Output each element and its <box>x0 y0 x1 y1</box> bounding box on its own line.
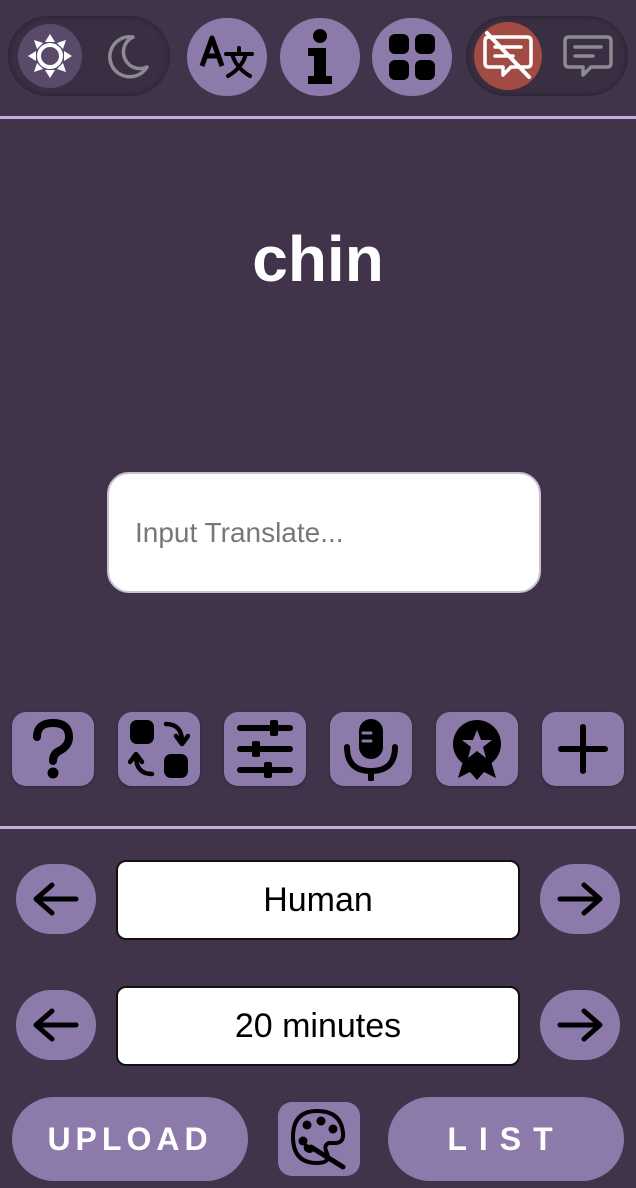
apps-grid-icon <box>389 34 435 80</box>
settings-sliders-button[interactable] <box>224 712 306 786</box>
apps-button[interactable] <box>372 18 452 96</box>
help-button[interactable] <box>12 712 94 786</box>
translate-button[interactable] <box>187 18 267 96</box>
palette-button[interactable] <box>278 1102 360 1176</box>
badge-button[interactable] <box>436 712 518 786</box>
badge-icon <box>453 720 501 780</box>
microphone-button[interactable] <box>330 712 412 786</box>
chat-off-icon <box>483 31 533 79</box>
translate-input-container <box>107 472 541 593</box>
arrow-left-icon <box>33 882 79 916</box>
dark-theme-button[interactable] <box>96 24 160 88</box>
sliders-icon <box>237 720 293 778</box>
chat-toggle <box>466 16 628 96</box>
help-icon <box>33 719 74 779</box>
info-button[interactable] <box>280 18 360 96</box>
swap-button[interactable] <box>118 712 200 786</box>
chat-on-button[interactable] <box>554 22 622 90</box>
light-theme-button[interactable] <box>18 24 82 88</box>
palette-icon <box>291 1109 346 1170</box>
sun-icon <box>28 34 72 78</box>
plus-icon <box>558 724 608 774</box>
theme-toggle <box>8 16 170 96</box>
arrow-left-icon <box>33 1008 79 1042</box>
add-button[interactable] <box>542 712 624 786</box>
category-prev-button[interactable] <box>16 864 96 934</box>
swap-icon <box>128 720 190 778</box>
list-button[interactable]: LIST <box>388 1097 624 1181</box>
upload-button[interactable]: UPLOAD <box>12 1097 248 1181</box>
chat-icon <box>563 35 613 77</box>
vocabulary-word: chin <box>252 223 384 295</box>
moon-icon <box>108 35 149 79</box>
category-selector[interactable]: Human <box>116 860 520 940</box>
translate-input[interactable] <box>109 474 539 591</box>
duration-prev-button[interactable] <box>16 990 96 1060</box>
duration-selector[interactable]: 20 minutes <box>116 986 520 1066</box>
arrow-right-icon <box>557 1008 603 1042</box>
middle-divider <box>0 826 636 829</box>
microphone-icon <box>344 719 398 781</box>
info-icon <box>308 29 332 84</box>
arrow-right-icon <box>557 882 603 916</box>
chat-off-button[interactable] <box>474 22 542 90</box>
translate-icon <box>199 35 254 78</box>
top-divider <box>0 116 636 119</box>
category-next-button[interactable] <box>540 864 620 934</box>
duration-next-button[interactable] <box>540 990 620 1060</box>
